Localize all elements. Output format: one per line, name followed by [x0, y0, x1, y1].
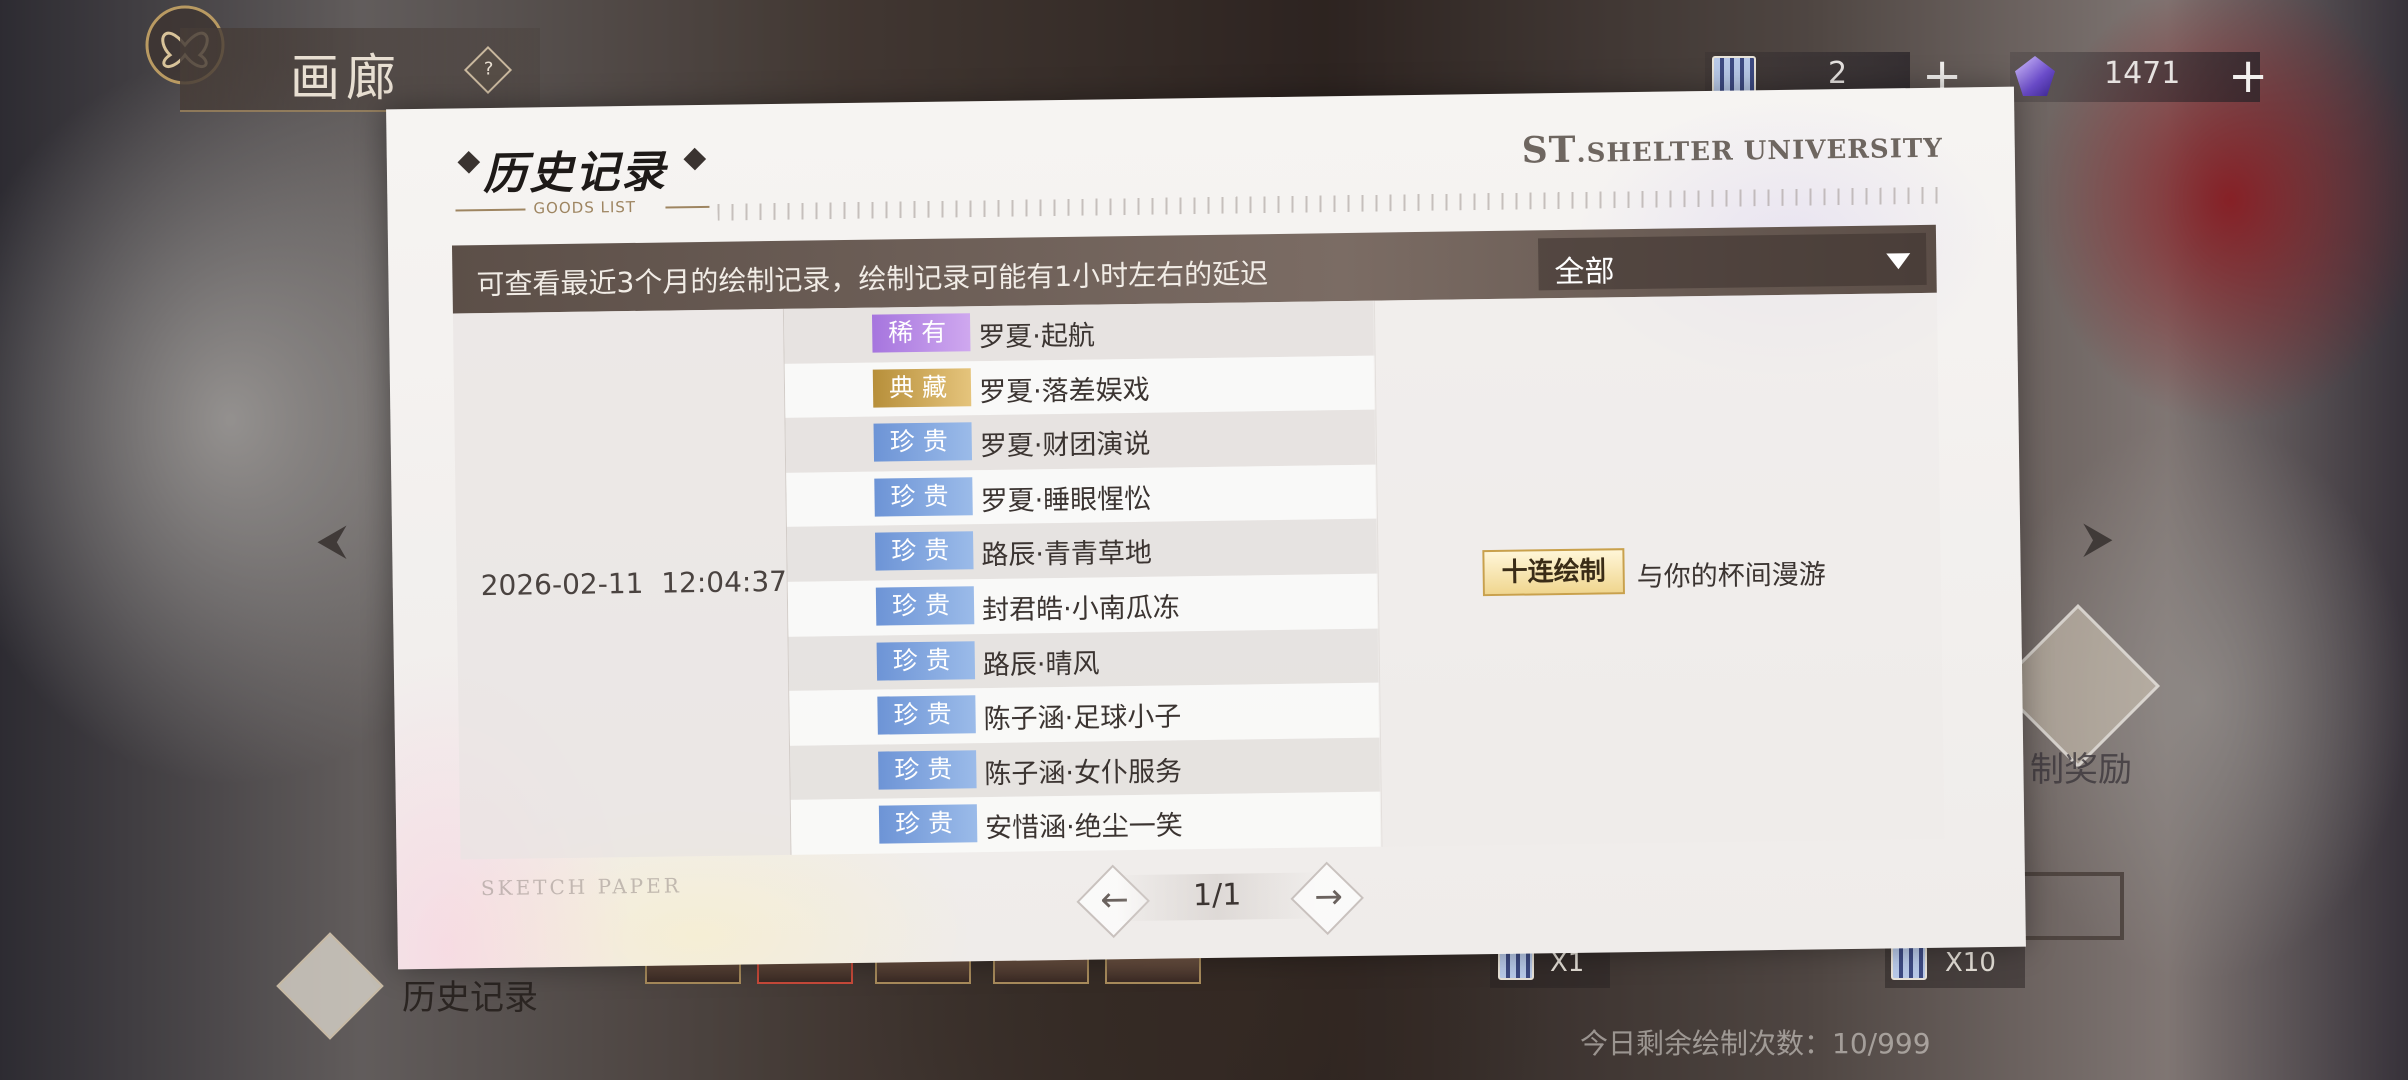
draw-x10-label: X10 — [1945, 948, 1996, 978]
pagination: ← 1/1 → — [1047, 861, 1388, 939]
filter-selected: 全部 — [1554, 254, 1615, 291]
item-name: 路辰·青青草地 — [981, 538, 1153, 572]
info-text: 可查看最近3个月的绘制记录，绘制记录可能有1小时左右的延迟 — [476, 257, 1269, 302]
brand-rest: .SHELTER UNIVERSITY — [1576, 133, 1943, 169]
list-item: 珍贵 封君皓·小南瓜冻 — [787, 573, 1379, 637]
list-item: 典藏 罗夏·落差娱戏 — [784, 355, 1376, 419]
item-name: 罗夏·落差娱戏 — [978, 374, 1150, 408]
item-name: 罗夏·睡眼惺忪 — [980, 483, 1152, 517]
rarity-tag: 稀有 — [871, 313, 971, 353]
item-name: 陈子涵·足球小子 — [983, 701, 1182, 736]
history-modal: 历史记录 GOODS LIST ST.SHELTER UNIVERSITY 可查… — [386, 86, 2026, 970]
pool-name: 与你的杯间漫游 — [1636, 559, 1826, 593]
list-item: 珍贵 陈子涵·女仆服务 — [789, 737, 1381, 801]
rarity-tag: 珍贵 — [873, 422, 973, 462]
remaining-draws: 今日剩余绘制次数：10/999 — [1580, 1027, 1931, 1060]
chevron-down-icon — [1886, 253, 1911, 270]
history-table: 2026-02-11 12:04:37 稀有 罗夏·起航 典藏 罗夏·落差娱戏 珍贵 罗夏… — [452, 292, 1945, 860]
next-page-arrow-icon[interactable]: ⮞ — [2070, 517, 2126, 559]
item-name: 封君皓·小南瓜冻 — [981, 592, 1180, 627]
draw-type-column: 十连绘制 与你的杯间漫游 — [1372, 292, 1945, 847]
gem-count: 1471 — [2104, 56, 2181, 91]
list-item: 珍贵 陈子涵·足球小子 — [789, 682, 1380, 746]
brand-main: ST — [1521, 128, 1577, 172]
rarity-tag: 典藏 — [872, 367, 972, 408]
title-right-arrow-icon — [683, 147, 707, 171]
item-name: 罗夏·起航 — [978, 320, 1096, 354]
list-item: 珍贵 安惜涵·绝尘一笑 — [790, 791, 1382, 855]
title-left-arrow-icon — [457, 150, 481, 174]
record-date: 2026-02-11 12:04:37 — [480, 564, 788, 603]
date-column: 2026-02-11 12:04:37 — [452, 308, 791, 860]
brand-logo: ST.SHELTER UNIVERSITY — [1521, 124, 1943, 172]
prev-page-arrow-icon[interactable]: ⮜ — [304, 519, 360, 561]
draw-reward-label[interactable]: 制奖励 — [2030, 742, 2132, 791]
help-glyph: ? — [483, 58, 494, 80]
sketch-paper-label: SKETCH PAPER — [480, 873, 682, 901]
draw-type-badge: 十连绘制 — [1482, 548, 1625, 597]
ruler-decoration — [717, 179, 1944, 221]
rarity-tag: 珍贵 — [878, 804, 978, 844]
rarity-tag: 珍贵 — [874, 477, 973, 517]
ticket-icon — [1891, 946, 1927, 980]
items-column: 稀有 罗夏·起航 典藏 罗夏·落差娱戏 珍贵 罗夏·财团演说 珍贵 罗夏·睡眼惺忪 珍贵 路辰·青… — [782, 300, 1383, 855]
rarity-tag: 珍贵 — [875, 586, 975, 626]
list-item: 珍贵 路辰·青青草地 — [786, 519, 1378, 582]
list-item: 稀有 罗夏·起航 — [783, 300, 1375, 364]
list-item: 珍贵 路辰·晴风 — [788, 628, 1380, 692]
ticket-count: 2 — [1828, 56, 1848, 91]
modal-subtitle: GOODS LIST — [533, 197, 637, 218]
arrow-right-icon: → — [1314, 876, 1344, 918]
gallery-title: 画廊 — [290, 49, 402, 107]
rarity-tag: 珍贵 — [875, 531, 974, 572]
rarity-tag: 珍贵 — [876, 640, 976, 681]
item-name: 路辰·晴风 — [982, 648, 1100, 681]
rarity-tag: 珍贵 — [877, 695, 976, 735]
list-item: 珍贵 罗夏·睡眼惺忪 — [786, 464, 1377, 528]
subtitle-divider — [455, 208, 526, 212]
modal-title: 历史记录 — [482, 146, 668, 201]
decorative-frame — [2010, 872, 2124, 940]
subtitle-divider — [665, 205, 710, 209]
item-name: 罗夏·财团演说 — [979, 428, 1151, 463]
item-name: 陈子涵·女仆服务 — [984, 756, 1183, 790]
add-gem-button[interactable]: + — [2228, 48, 2268, 104]
item-name: 安惜涵·绝尘一笑 — [984, 810, 1183, 845]
list-item: 珍贵 罗夏·财团演说 — [785, 409, 1377, 473]
rarity-tag: 珍贵 — [878, 750, 977, 790]
history-button-label[interactable]: 历史记录 — [402, 970, 538, 1019]
filter-dropdown[interactable]: 全部 — [1537, 232, 1927, 291]
